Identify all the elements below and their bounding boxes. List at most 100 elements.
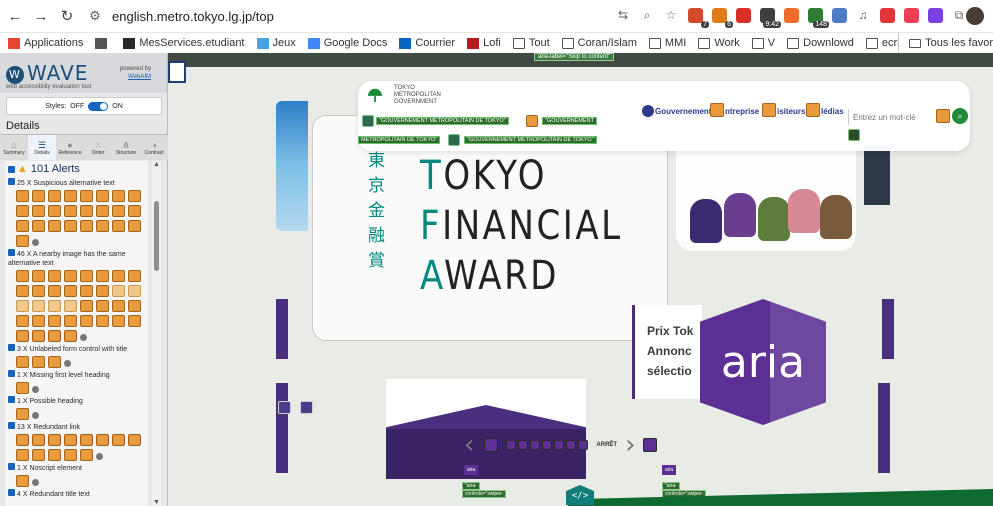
info-icon[interactable]: [32, 479, 39, 486]
info-icon[interactable]: [32, 239, 39, 246]
info-icon[interactable]: [80, 334, 87, 341]
wave-alert-icon[interactable]: [16, 475, 29, 487]
wave-alert-icon[interactable]: [16, 190, 29, 202]
wave-alert-icon[interactable]: [128, 300, 141, 312]
headphones-icon[interactable]: ♫: [854, 6, 872, 24]
wave-alert-icon[interactable]: [64, 205, 77, 217]
forward-button[interactable]: →: [30, 5, 52, 27]
wave-alert-icon[interactable]: [112, 434, 125, 446]
wave-alert-icon[interactable]: [48, 449, 61, 461]
wave-logo[interactable]: W WAVE: [6, 61, 88, 85]
ext-heart-icon[interactable]: [926, 6, 944, 24]
ext-green-icon[interactable]: 148: [806, 6, 829, 28]
wave-alert-icon[interactable]: [48, 356, 61, 368]
back-button[interactable]: ←: [4, 5, 26, 27]
alerts-header[interactable]: ▲ 101 Alerts: [5, 161, 148, 177]
wave-alert-icon[interactable]: [64, 190, 77, 202]
ext-red3-icon[interactable]: [878, 6, 896, 24]
tab-order[interactable]: ⁙ Order: [84, 135, 112, 160]
wave-alert-icon[interactable]: [96, 285, 109, 297]
site-info-icon[interactable]: ⚙: [86, 7, 104, 25]
wave-alert-icon[interactable]: [80, 285, 93, 297]
label-tag-icon[interactable]: [848, 129, 860, 141]
wave-alert-icon[interactable]: [64, 220, 77, 232]
wave-alert-icon[interactable]: [128, 270, 141, 282]
bookmark-item[interactable]: MMI: [648, 37, 686, 49]
address-bar[interactable]: ⚙ english.metro.tokyo.lg.jp/top: [86, 3, 646, 29]
tab-structure[interactable]: ⋔ Structure: [112, 135, 140, 160]
alert-category[interactable]: 1 X Possible heading: [5, 395, 148, 407]
wave-alert-icon[interactable]: [80, 300, 93, 312]
wave-alert-icon[interactable]: [64, 434, 77, 446]
wave-alert-icon[interactable]: [32, 330, 45, 342]
wave-aria-icon[interactable]: [643, 438, 658, 452]
wave-alert-icon[interactable]: [32, 300, 45, 312]
ext-red2-icon[interactable]: [734, 6, 752, 24]
wave-alert-icon[interactable]: [710, 103, 724, 117]
aria-small-icon[interactable]: aria: [662, 465, 676, 475]
alert-category[interactable]: 1 X Noscript element: [5, 462, 148, 474]
wave-alert-icon[interactable]: [112, 270, 125, 282]
bookmark-item[interactable]: MesServices.etudiant: [123, 37, 245, 49]
ext-pocket-icon[interactable]: [902, 6, 920, 24]
wave-alert-icon[interactable]: [16, 330, 29, 342]
alert-category[interactable]: 25 X Suspicious alternative text: [5, 177, 148, 189]
info-icon[interactable]: [32, 412, 39, 419]
bookmark-item[interactable]: Google Docs: [307, 37, 387, 49]
wave-alert-icon[interactable]: [48, 270, 61, 282]
wave-alert-icon[interactable]: [80, 190, 93, 202]
aria-badge-icon[interactable]: aria: [700, 299, 826, 425]
tokyo-gov-logo[interactable]: [366, 87, 384, 103]
alerts-checkbox[interactable]: [8, 165, 15, 173]
alert-category[interactable]: 1 X Missing first level heading: [5, 369, 148, 381]
zoom-icon[interactable]: ⌕: [638, 6, 656, 24]
wave-alert-icon[interactable]: [16, 408, 29, 420]
wave-alert-icon[interactable]: [16, 434, 29, 446]
wave-alert-icon[interactable]: [32, 190, 45, 202]
bookmark-item[interactable]: V: [751, 37, 775, 49]
wave-alert-icon[interactable]: [96, 205, 109, 217]
nav-gouvernement[interactable]: Gouvernement: [655, 107, 711, 116]
code-view-button[interactable]: </>: [566, 485, 594, 505]
styles-toggle[interactable]: [88, 101, 109, 111]
webaim-link[interactable]: WebAIM: [128, 74, 151, 80]
bookmark-item[interactable]: Coran/Islam: [561, 37, 637, 49]
bookmark-item[interactable]: Lofi: [467, 37, 501, 49]
news-card[interactable]: [386, 379, 586, 479]
alert-category[interactable]: 13 X Redundant link: [5, 421, 148, 433]
wave-image-icon[interactable]: [362, 115, 374, 127]
bookmark-item[interactable]: Applications: [8, 37, 83, 49]
wave-alert-icon[interactable]: [16, 300, 29, 312]
wave-alert-icon[interactable]: [16, 205, 29, 217]
wave-alert-icon[interactable]: [32, 449, 45, 461]
tab-details[interactable]: ☰ Details: [28, 135, 56, 160]
wave-alert-icon[interactable]: [32, 356, 45, 368]
wave-alert-icon[interactable]: [936, 109, 950, 123]
wave-alert-icon[interactable]: [80, 315, 93, 327]
carousel-dot[interactable]: [554, 440, 565, 450]
carousel-dot[interactable]: [542, 440, 553, 450]
wave-alert-icon[interactable]: [80, 270, 93, 282]
carousel-dot[interactable]: [518, 440, 529, 450]
side-thumbnail[interactable]: [864, 145, 890, 205]
wave-alert-icon[interactable]: [112, 315, 125, 327]
wave-alert-icon[interactable]: [526, 115, 538, 127]
info-icon[interactable]: [64, 360, 71, 367]
profile-avatar[interactable]: [966, 7, 984, 25]
search-button[interactable]: ⌕: [952, 108, 968, 124]
tab-summary[interactable]: ⌂ Summary: [0, 135, 28, 160]
wave-alert-icon[interactable]: [64, 330, 77, 342]
wave-alert-icon[interactable]: [96, 220, 109, 232]
wave-alert-icon[interactable]: [48, 190, 61, 202]
wave-aria-icon[interactable]: [484, 438, 499, 452]
wave-alert-icon[interactable]: [112, 205, 125, 217]
wave-alert-icon[interactable]: [48, 285, 61, 297]
wave-alert-icon[interactable]: [128, 205, 141, 217]
wave-alert-icon[interactable]: [32, 270, 45, 282]
category-checkbox[interactable]: [8, 370, 15, 377]
wave-image-icon[interactable]: [448, 134, 460, 146]
carousel-dot[interactable]: [530, 440, 541, 450]
skip-link-tag[interactable]: aria-label="Skip to content": [534, 53, 615, 61]
bookmark-item[interactable]: [95, 37, 111, 49]
carousel-stop-button[interactable]: ARRÊT: [596, 442, 617, 448]
